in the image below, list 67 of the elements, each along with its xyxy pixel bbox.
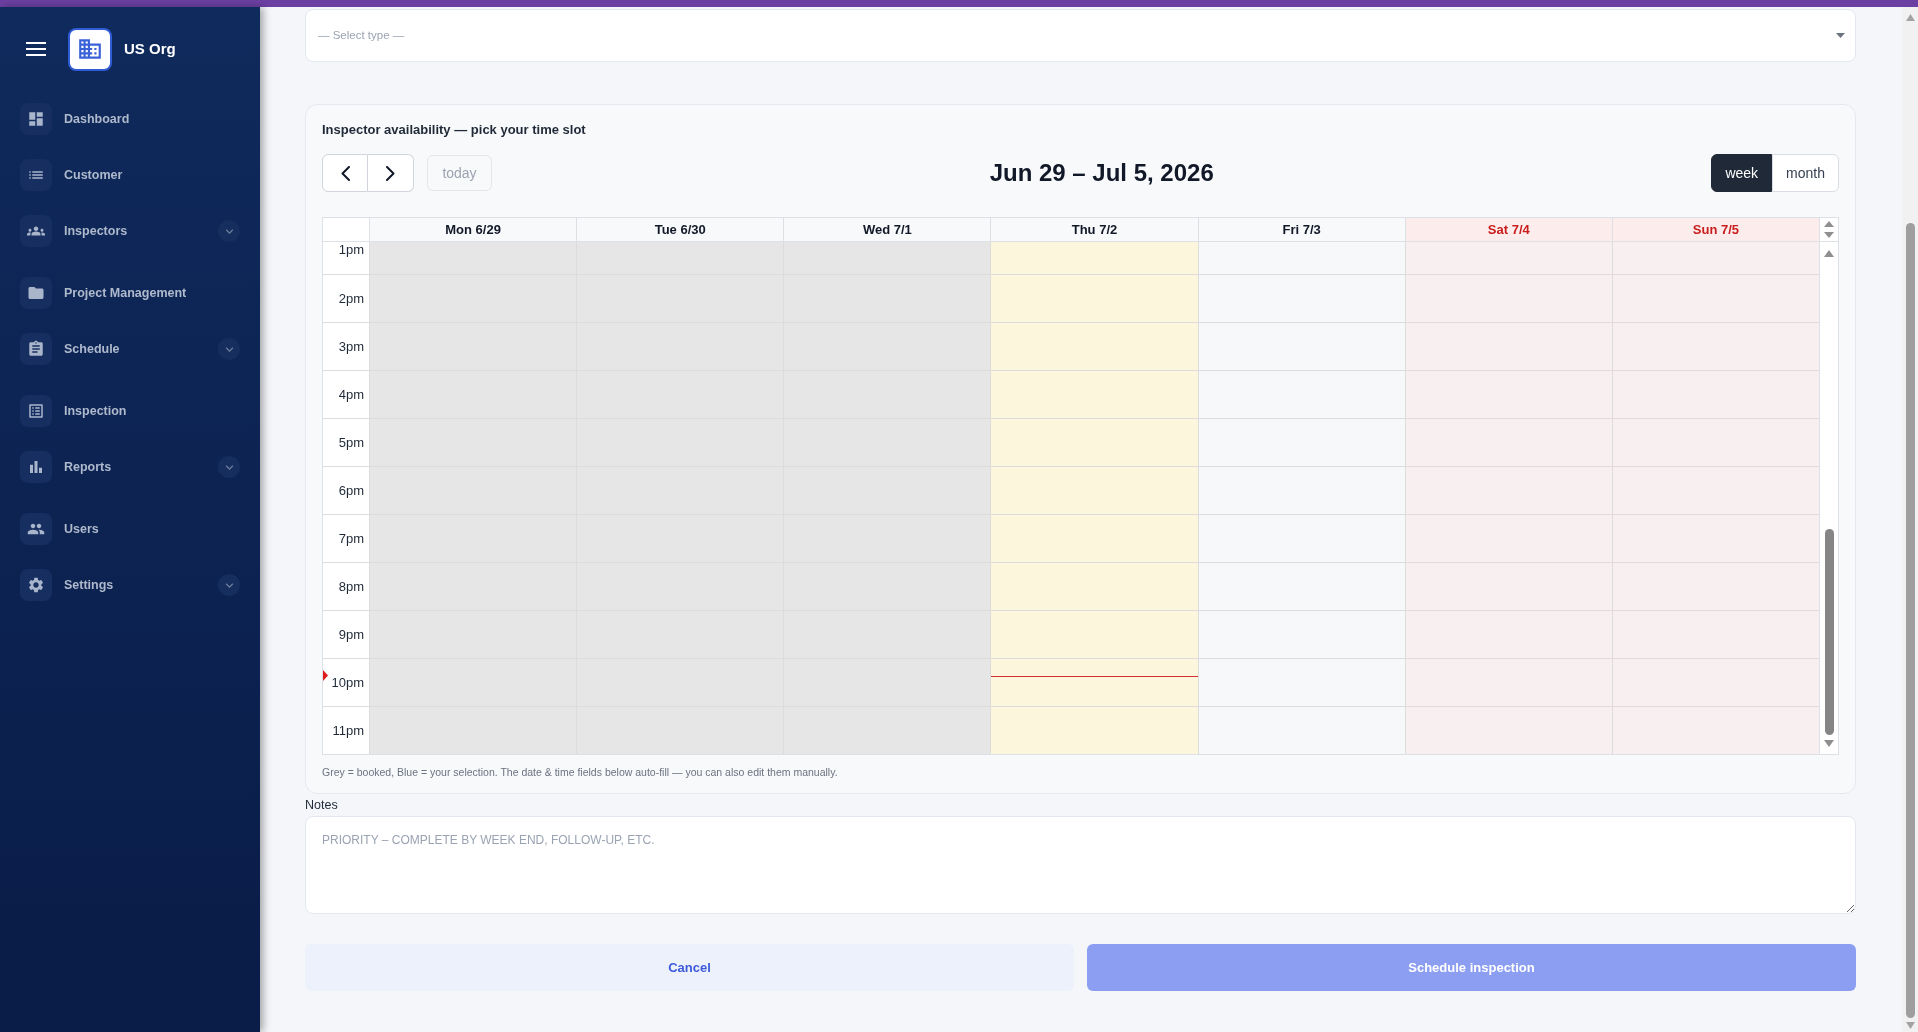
sidebar-item[interactable]: Users [20, 513, 109, 545]
folder-icon [20, 277, 52, 309]
page-scrollbar[interactable] [1902, 7, 1918, 1032]
chevron-right-icon [386, 165, 395, 181]
chevron-down-icon[interactable] [218, 338, 240, 360]
arrow-down-icon[interactable] [1824, 740, 1834, 747]
date-range-title: Jun 29 – Jul 5, 2026 [989, 158, 1214, 188]
sidebar-item[interactable]: Reports [20, 451, 122, 483]
triangle-pointer-icon [323, 670, 328, 681]
sidebar-item[interactable]: Project Management [20, 277, 197, 309]
view-tab[interactable]: month [1772, 154, 1839, 192]
day-header: Wed 7/1 [783, 218, 991, 241]
time-label: 2pm [338, 290, 364, 307]
clipboard-icon [20, 333, 52, 365]
list-sheet-icon [20, 395, 52, 427]
section-title: Inspector availability — pick your time slot [322, 121, 587, 139]
people-icon [20, 513, 52, 545]
time-label: 1pm [338, 242, 364, 258]
day-header: Tue 6/30 [576, 218, 784, 241]
scrollbar-thumb[interactable] [1905, 223, 1915, 1018]
day-header: Thu 7/2 [990, 218, 1198, 241]
time-label: 6pm [338, 482, 364, 499]
bar-chart-icon [20, 451, 52, 483]
arrow-down-icon[interactable] [1905, 1022, 1915, 1029]
chevron-down-icon[interactable] [218, 220, 240, 242]
time-label: 8pm [338, 578, 364, 595]
arrow-up-icon[interactable] [1824, 250, 1834, 257]
org-name: US Org [124, 38, 176, 59]
sidebar-item[interactable]: Dashboard [20, 103, 140, 135]
prev-button[interactable] [322, 154, 368, 192]
next-button[interactable] [368, 154, 414, 192]
sidebar-item[interactable]: Inspection [20, 395, 137, 427]
sidebar-item[interactable]: Settings [20, 569, 124, 601]
time-label: 10pm [331, 674, 364, 691]
time-slot[interactable] [990, 658, 1198, 706]
chevron-down-icon[interactable] [218, 456, 240, 478]
tiles-icon [20, 103, 52, 135]
notes-label: Notes [305, 798, 339, 813]
notes-field[interactable]: PRIORITY – COMPLETE BY WEEK END, FOLLOW-UP, ETC. [305, 816, 1856, 914]
people-group-icon [20, 215, 52, 247]
day-header: Sat 7/4 [1404, 218, 1612, 241]
time-label: 3pm [338, 338, 364, 355]
time-label: 5pm [338, 434, 364, 451]
scrollbar-thumb[interactable] [1824, 529, 1834, 735]
sidebar-item[interactable]: Schedule [20, 333, 130, 365]
legend-text: Grey = booked, Blue = your selection. The date & time fields below auto-fill — you can also edit them manually. [322, 765, 839, 779]
sidebar-item[interactable]: Customer [20, 159, 133, 191]
time-label: 7pm [338, 530, 364, 547]
triangle-down-icon[interactable] [1824, 232, 1834, 238]
chevron-down-icon[interactable] [218, 574, 240, 596]
day-header: Fri 7/3 [1197, 218, 1405, 241]
chevron-left-icon [340, 165, 350, 181]
triangle-up-icon[interactable] [1824, 221, 1834, 227]
day-header: Sun 7/5 [1611, 218, 1819, 241]
caret-down-icon[interactable] [1836, 33, 1845, 38]
view-tab[interactable]: week [1711, 154, 1773, 192]
day-header: Mon 6/29 [369, 218, 577, 241]
gear-icon [20, 569, 52, 601]
arrow-up-icon[interactable] [1905, 14, 1915, 21]
sidebar-item[interactable]: Inspectors [20, 215, 138, 247]
time-label: 11pm [332, 722, 364, 739]
building-icon [68, 27, 112, 71]
time-label: 4pm [338, 386, 364, 403]
time-label: 9pm [338, 626, 364, 643]
list-icon [20, 159, 52, 191]
cancel-button[interactable]: Cancel [305, 944, 1074, 991]
menu-icon[interactable] [26, 42, 46, 56]
